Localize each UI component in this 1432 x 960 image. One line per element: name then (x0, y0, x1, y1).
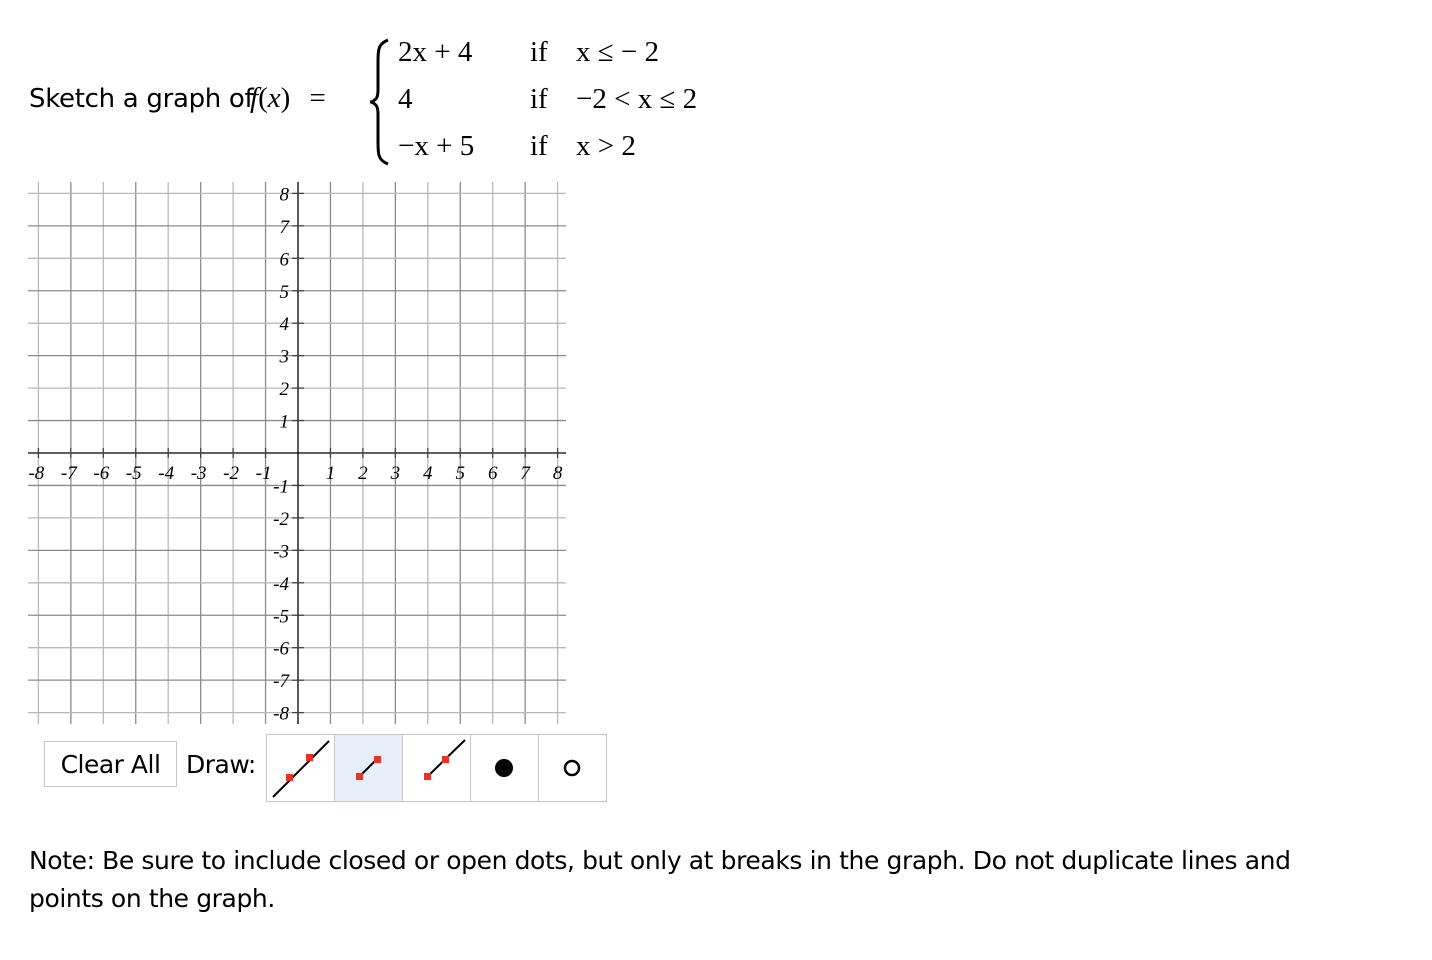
closed-dot-icon (495, 759, 513, 777)
x-tick-label: 4 (423, 463, 433, 484)
ray-icon (424, 739, 466, 780)
draw-tools (266, 734, 607, 802)
x-tick-label: -5 (126, 463, 142, 484)
x-tick-label: 7 (520, 463, 531, 484)
x-tick-label: -3 (191, 463, 207, 484)
tool-closed-dot-button[interactable] (471, 735, 539, 801)
y-tick-label: -5 (273, 606, 289, 627)
y-tick-label: 4 (280, 314, 290, 335)
y-tick-label: -6 (273, 639, 289, 660)
y-tick-label: 1 (280, 412, 290, 433)
x-tick-label: -4 (158, 463, 174, 484)
y-tick-label: -2 (273, 509, 289, 530)
open-dot-icon (563, 759, 581, 777)
x-tick-label: -2 (223, 463, 239, 484)
x-tick-label: 3 (390, 463, 401, 484)
x-tick-label: -7 (61, 463, 78, 484)
x-tick-label: 2 (358, 463, 368, 484)
x-tick-label: 8 (553, 463, 563, 484)
x-tick-label: -1 (256, 463, 272, 484)
x-tick-label: 6 (488, 463, 498, 484)
tool-line-button[interactable] (267, 735, 335, 801)
y-tick-label: 3 (279, 347, 290, 368)
y-tick-label: -3 (273, 541, 289, 562)
x-tick-label: -8 (28, 463, 44, 484)
y-tick-label: 5 (280, 282, 290, 303)
y-tick-label: 8 (280, 184, 290, 205)
graph-canvas[interactable]: -8 -7 -6 -5 -4 -3 -2 -1 1 2 3 4 5 6 7 8 8 7 6 5 4 3 2 1 -1 -2 -3 -4… (0, 0, 1432, 730)
x-tick-label: -6 (93, 463, 109, 484)
y-tick-label: 7 (280, 217, 291, 238)
segment-icon (356, 756, 381, 780)
y-tick-label: -7 (273, 671, 290, 692)
draw-label: Draw: (186, 750, 256, 779)
y-tick-label: 2 (280, 379, 290, 400)
line-icon (272, 740, 330, 798)
y-tick-label: -4 (273, 574, 289, 595)
y-tick-label: -8 (273, 704, 289, 725)
y-tick-label: 6 (280, 249, 290, 270)
tool-ray-button[interactable] (403, 735, 471, 801)
tool-segment-button[interactable] (335, 735, 403, 801)
x-tick-label: 1 (326, 463, 336, 484)
note-text: Note: Be sure to include closed or open … (29, 846, 1291, 913)
x-tick-label: 5 (456, 463, 466, 484)
y-tick-label: -1 (273, 476, 289, 497)
tool-open-dot-button[interactable] (539, 735, 606, 801)
clear-all-button[interactable]: Clear All (44, 741, 177, 787)
